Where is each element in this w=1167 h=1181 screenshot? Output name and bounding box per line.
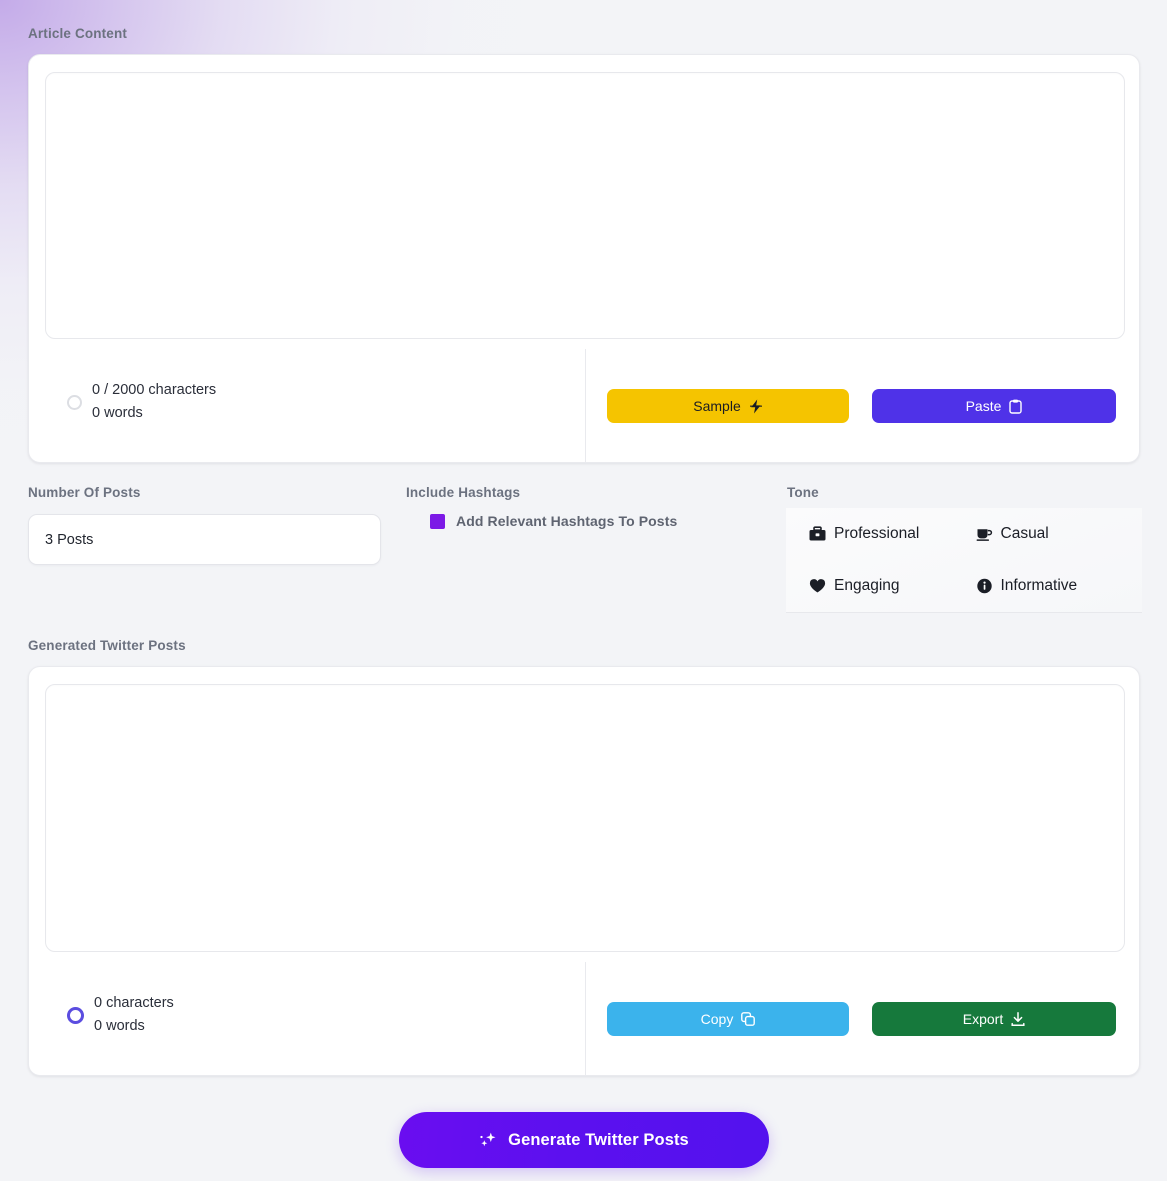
copy-button-label: Copy xyxy=(700,1011,734,1027)
sample-button-label: Sample xyxy=(693,398,741,414)
generated-posts-label: Generated Twitter Posts xyxy=(28,638,186,653)
page-root: Article Content 0 / 2000 characters 0 wo… xyxy=(0,0,1167,1181)
briefcase-icon xyxy=(809,526,826,541)
paste-button-label: Paste xyxy=(965,398,1002,414)
progress-ring-active-icon xyxy=(67,1006,84,1024)
progress-ring-idle-icon xyxy=(67,394,82,410)
coffee-cup-icon xyxy=(976,529,992,541)
article-meta-row: 0 / 2000 characters 0 words Sample Paste xyxy=(29,349,1139,463)
tone-option-label: Casual xyxy=(1000,525,1049,542)
tone-option-label: Informative xyxy=(1000,577,1078,594)
generated-counter: 0 characters 0 words xyxy=(67,992,174,1038)
heart-icon xyxy=(809,579,826,593)
tone-option-label: Engaging xyxy=(834,577,900,594)
article-content-card: 0 / 2000 characters 0 words Sample Paste xyxy=(28,54,1140,463)
article-content-input[interactable] xyxy=(45,72,1125,339)
article-char-count: 0 / 2000 characters xyxy=(92,382,217,398)
add-hashtags-label: Add Relevant Hashtags To Posts xyxy=(456,513,678,529)
export-button[interactable]: Export xyxy=(872,1002,1116,1036)
copy-button[interactable]: Copy xyxy=(607,1002,849,1036)
sparkles-icon xyxy=(480,1132,496,1146)
tone-option-casual[interactable]: Casual xyxy=(976,525,1143,543)
sample-button[interactable]: Sample xyxy=(607,389,849,423)
tone-label: Tone xyxy=(787,485,819,500)
generated-char-count: 0 characters xyxy=(94,995,174,1011)
download-icon xyxy=(1011,1011,1025,1026)
article-divider xyxy=(585,349,586,462)
number-of-posts-select[interactable]: 3 Posts xyxy=(28,514,381,565)
generated-divider xyxy=(585,962,586,1075)
number-of-posts-value: 3 Posts xyxy=(45,531,94,548)
add-hashtags-checkbox[interactable] xyxy=(430,513,445,529)
tone-option-engaging[interactable]: Engaging xyxy=(809,577,976,595)
article-counter: 0 / 2000 characters 0 words xyxy=(67,379,216,425)
generated-word-count: 0 words xyxy=(94,1018,145,1034)
generate-button-label: Generate Twitter Posts xyxy=(508,1130,689,1149)
number-of-posts-label: Number Of Posts xyxy=(28,485,141,500)
tone-option-professional[interactable]: Professional xyxy=(809,525,976,543)
article-word-count: 0 words xyxy=(92,405,143,421)
generate-twitter-posts-button[interactable]: Generate Twitter Posts xyxy=(399,1112,769,1168)
export-button-label: Export xyxy=(962,1011,1004,1027)
lightning-bolt-icon xyxy=(749,399,762,413)
article-content-label: Article Content xyxy=(28,26,128,41)
info-circle-icon xyxy=(976,578,992,594)
generated-posts-card: 0 characters 0 words Copy Export xyxy=(28,666,1140,1076)
tone-option-label: Professional xyxy=(834,525,920,542)
include-hashtags-label: Include Hashtags xyxy=(406,485,521,500)
generated-meta-row: 0 characters 0 words Copy Export xyxy=(29,962,1139,1076)
paste-button[interactable]: Paste xyxy=(872,389,1116,423)
copy-icon xyxy=(741,1012,756,1026)
add-hashtags-checkbox-row[interactable]: Add Relevant Hashtags To Posts xyxy=(430,513,677,529)
clipboard-icon xyxy=(1009,399,1023,414)
tone-option-informative[interactable]: Informative xyxy=(976,577,1143,595)
generated-posts-output[interactable] xyxy=(45,684,1125,952)
tone-options-group: Professional Casual Engaging Informative xyxy=(786,508,1142,613)
